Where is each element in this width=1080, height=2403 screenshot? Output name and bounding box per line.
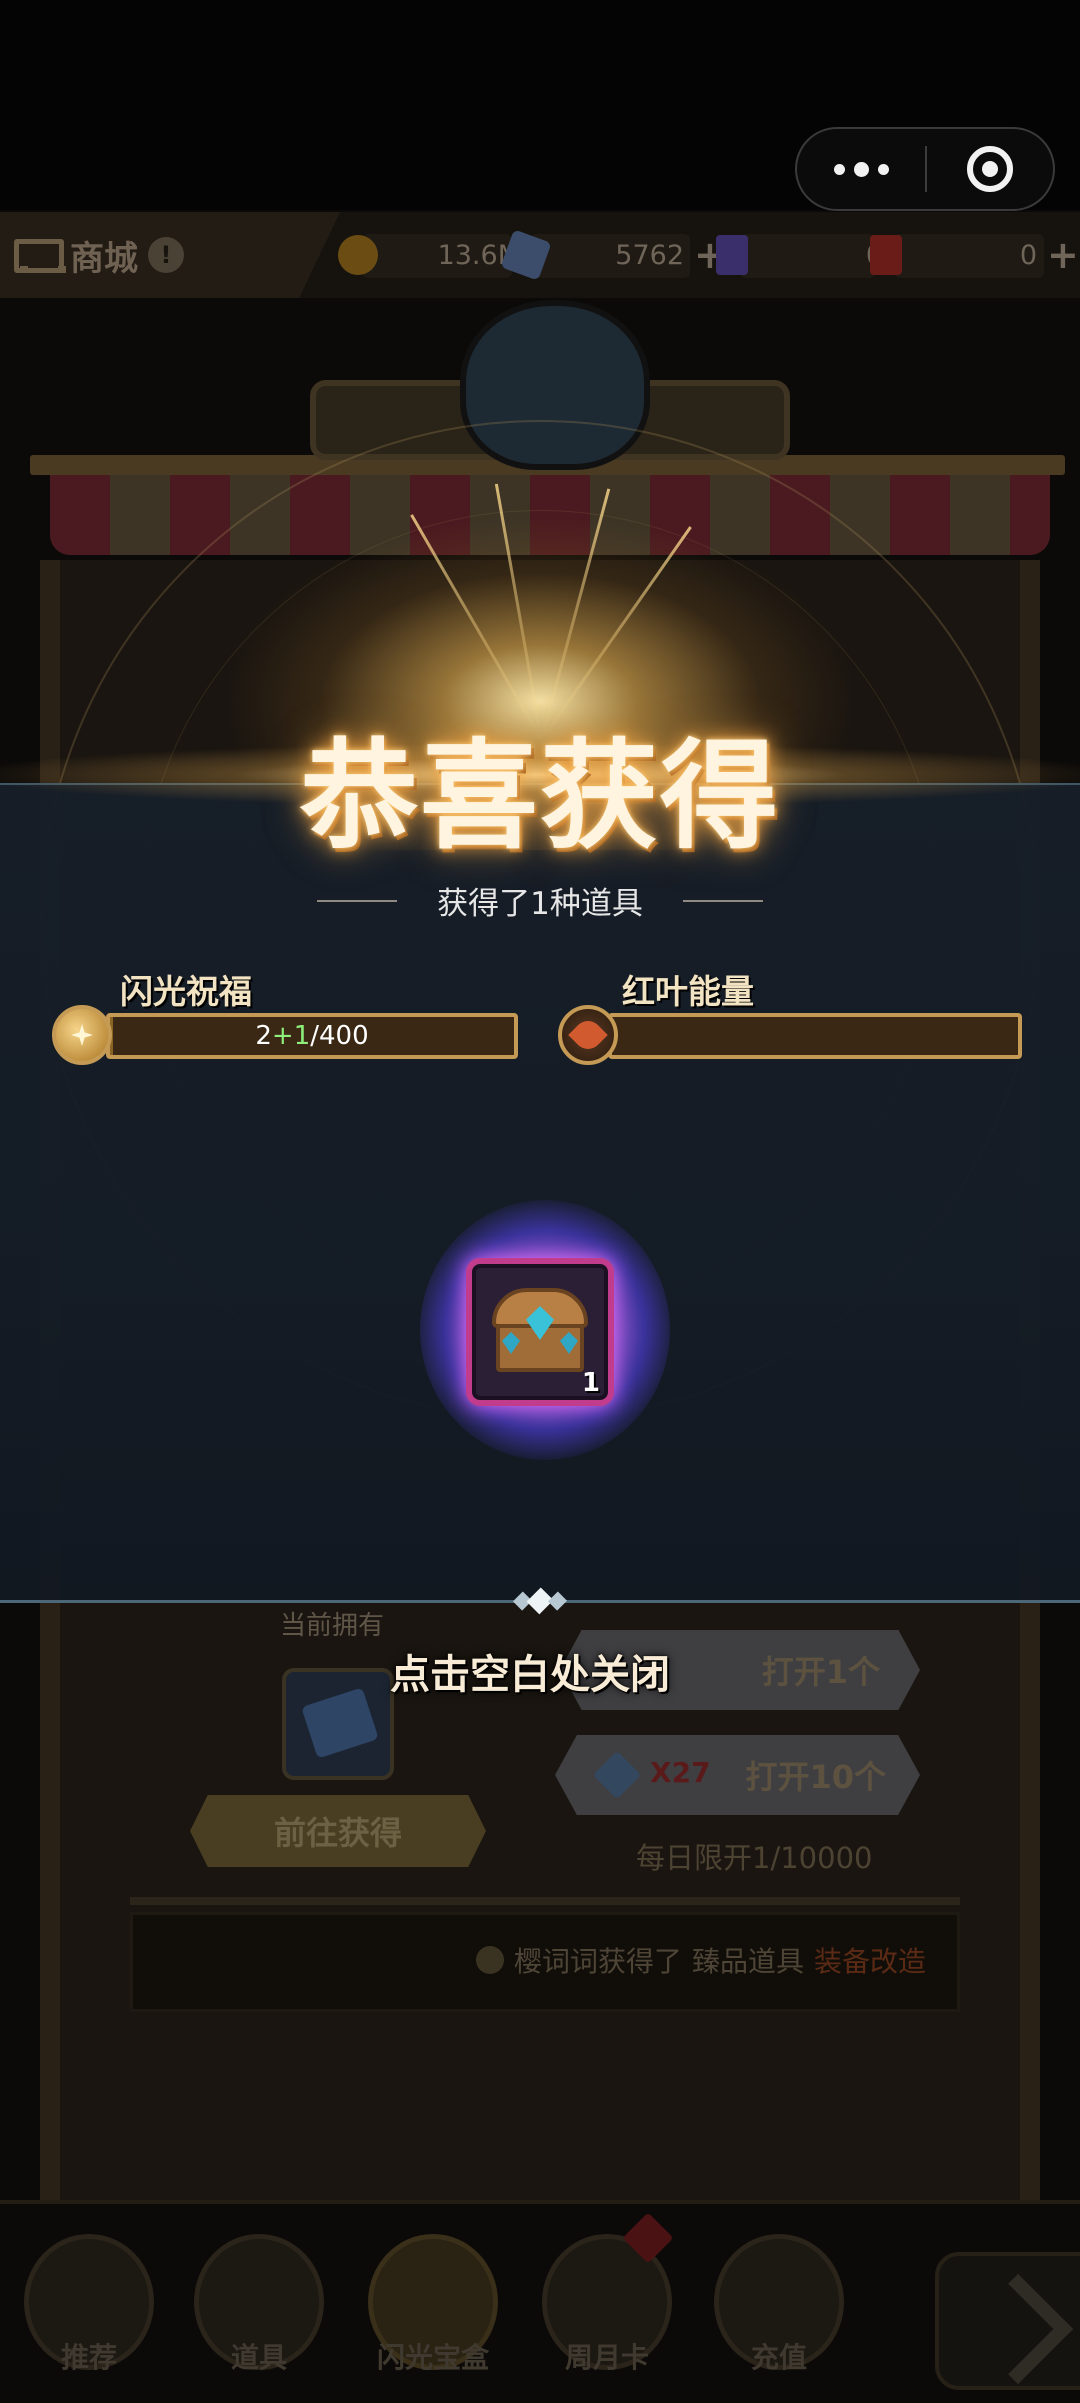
gold-card-icon (870, 235, 902, 275)
close-miniprogram-icon[interactable] (927, 129, 1053, 209)
flash-blessing-icon (52, 1005, 112, 1065)
nav-weekly-monthly-card[interactable]: 周月卡 (538, 2234, 676, 2384)
nav-recommend[interactable]: 推荐 (20, 2234, 158, 2384)
daily-limit: 每日限开1/10000 (636, 1841, 873, 1875)
nav-label: 充值 (750, 2341, 807, 2374)
shop-topbar: 商城 ! 13.6M 5762 + 0 0 + (0, 212, 1080, 298)
subtitle-line-right (682, 899, 763, 902)
more-menu-icon[interactable] (797, 129, 925, 209)
nav-next-arrow-icon[interactable] (935, 2252, 1080, 2390)
nav-label: 道具 (230, 2341, 287, 2374)
add-gold-card-button[interactable]: + (1047, 233, 1079, 277)
news-item: 装备改造 (814, 1945, 927, 1978)
nav-flash-box[interactable]: 闪光宝盒 (364, 2234, 502, 2384)
reward-item-slot[interactable]: 1 (466, 1258, 614, 1406)
bottom-nav: 推荐 道具 闪光宝盒 周月卡 充值 (0, 2200, 1080, 2403)
currency-gold-card: 0 + (870, 230, 1079, 280)
red-leaf-bar (608, 1013, 1022, 1059)
red-leaf-label: 红叶能量 (622, 972, 754, 1011)
flash-blessing-value: 2 +1/400 (255, 1021, 369, 1051)
news-user: 樱词词获得了 (514, 1945, 683, 1978)
nav-label: 推荐 (60, 2341, 117, 2374)
popup-subtitle: 获得了1种道具 (437, 886, 643, 922)
reward-count: 1 (581, 1368, 600, 1398)
close-hint: 点击空白处关闭 (390, 1652, 670, 1698)
ticket-amount: 0 (748, 240, 883, 271)
open-ten-cost: X27 (650, 1756, 711, 1789)
flash-blessing-bar: 2 +1/400 (106, 1013, 518, 1059)
divider-ornament-icon (512, 1587, 568, 1615)
open-ten-label: 打开10个 (745, 1758, 886, 1796)
quality-icon (476, 1946, 504, 1974)
subtitle-line-left (317, 899, 398, 902)
cart-icon (8, 235, 66, 275)
treasure-chest-icon (492, 1288, 588, 1372)
news-quality: 臻品道具 (692, 1945, 805, 1978)
gold-coin-icon (338, 235, 378, 275)
ticket-icon (716, 235, 748, 275)
red-leaf-icon (558, 1005, 618, 1065)
gold-card-amount: 0 (1019, 239, 1037, 271)
nav-items[interactable]: 道具 (190, 2234, 328, 2384)
shop-tab: 商城 ! (0, 212, 340, 298)
info-icon[interactable]: ! (148, 237, 184, 273)
currency-ticket: 0 (716, 230, 883, 280)
owned-item-icon (282, 1668, 394, 1780)
owned-label: 当前拥有 (280, 1611, 385, 1641)
nav-label: 周月卡 (564, 2341, 649, 2374)
flash-blessing-label: 闪光祝福 (120, 972, 252, 1011)
currency-gold: 13.6M (338, 230, 521, 280)
section-divider (130, 1897, 960, 1905)
mini-program-capsule (795, 127, 1055, 211)
shop-title: 商城 (70, 238, 138, 279)
nav-label: 闪光宝盒 (376, 2341, 489, 2374)
popup-title: 恭喜获得 (299, 726, 780, 865)
gold-amount: 13.6M (437, 239, 521, 271)
currency-gem: 5762 + (500, 229, 726, 281)
news-ticker: 樱词词获得了 臻品道具 装备改造 (476, 1940, 926, 1980)
popup-subtitle-row: 获得了1种道具 (270, 878, 810, 923)
gem-amount: 5762 (615, 239, 684, 271)
go-get-button[interactable]: 前往获得 (190, 1795, 486, 1867)
nav-recharge[interactable]: 充值 (710, 2234, 848, 2384)
